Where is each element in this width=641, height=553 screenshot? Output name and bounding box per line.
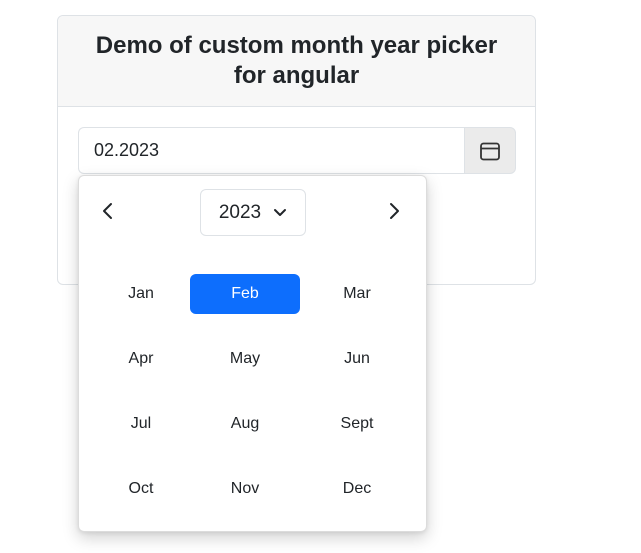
month-option-dec[interactable]: Dec [302, 469, 412, 509]
month-option-feb[interactable]: Feb [190, 274, 300, 314]
date-input-group [78, 127, 516, 174]
month-year-picker-popup: 2023 Jan Feb Mar Apr May Jun Jul Aug Sept Oct Nov D… [78, 175, 427, 532]
month-option-mar[interactable]: Mar [302, 274, 412, 314]
month-option-jan[interactable]: Jan [86, 274, 196, 314]
month-grid: Jan Feb Mar Apr May Jun Jul Aug Sept Oct Nov Dec [79, 176, 426, 531]
month-option-aug[interactable]: Aug [190, 404, 300, 444]
month-option-apr[interactable]: Apr [86, 339, 196, 379]
month-option-may[interactable]: May [190, 339, 300, 379]
month-year-input[interactable] [78, 127, 464, 174]
month-option-jul[interactable]: Jul [86, 404, 196, 444]
month-option-nov[interactable]: Nov [190, 469, 300, 509]
calendar-toggle-button[interactable] [464, 127, 516, 174]
month-option-jun[interactable]: Jun [302, 339, 412, 379]
calendar-icon [480, 142, 500, 160]
card-header: Demo of custom month year picker for ang… [58, 16, 535, 107]
month-option-sept[interactable]: Sept [302, 404, 412, 444]
month-option-oct[interactable]: Oct [86, 469, 196, 509]
page-title: Demo of custom month year picker for ang… [95, 32, 498, 89]
